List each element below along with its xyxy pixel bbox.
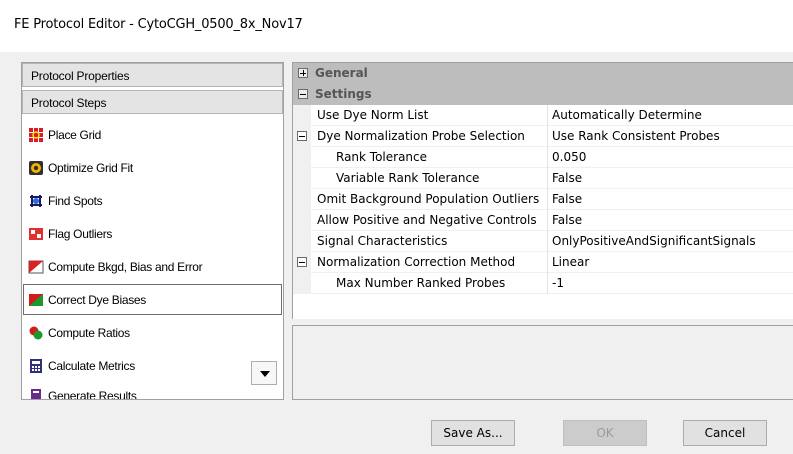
property-name: Allow Positive and Negative Controls <box>317 213 537 227</box>
column-divider <box>547 168 548 189</box>
step-find-spots[interactable]: Find Spots <box>22 184 283 217</box>
window-title: FE Protocol Editor - CytoCGH_0500_8x_Nov… <box>14 17 303 32</box>
category-general[interactable]: General <box>293 63 793 84</box>
step-label: Find Spots <box>48 194 103 208</box>
property-name: Dye Normalization Probe Selection <box>317 129 525 143</box>
generate-results-icon <box>28 388 44 399</box>
step-label: Optimize Grid Fit <box>48 161 133 175</box>
property-name: Variable Rank Tolerance <box>336 171 480 185</box>
scroll-down-button[interactable] <box>251 361 277 385</box>
column-divider <box>547 126 548 147</box>
property-value[interactable]: Automatically Determine <box>552 108 702 122</box>
property-value[interactable]: False <box>552 192 582 206</box>
column-divider <box>547 147 548 168</box>
row-gutter <box>293 189 311 210</box>
category-settings[interactable]: Settings <box>293 84 793 105</box>
row-gutter <box>293 231 311 252</box>
chevron-down-icon <box>260 371 270 377</box>
column-divider <box>547 210 548 231</box>
collapse-minus-icon[interactable] <box>297 257 307 267</box>
column-divider <box>547 231 548 252</box>
property-name: Max Number Ranked Probes <box>336 276 506 290</box>
step-compute-bkgd-bias-error[interactable]: Compute Bkgd, Bias and Error <box>22 250 283 283</box>
protocol-properties-header[interactable]: Protocol Properties <box>22 63 283 87</box>
category-label: Settings <box>315 87 372 101</box>
step-correct-dye-biases[interactable]: Correct Dye Biases <box>22 283 283 316</box>
step-label: Correct Dye Biases <box>48 293 146 307</box>
property-row[interactable]: Omit Background Population Outliers Fals… <box>293 189 793 210</box>
column-divider <box>547 273 548 294</box>
protocol-steps-header[interactable]: Protocol Steps <box>22 90 283 114</box>
flag-outliers-icon <box>28 226 44 242</box>
property-row[interactable]: Signal Characteristics OnlyPositiveAndSi… <box>293 231 793 252</box>
step-place-grid[interactable]: Place Grid <box>22 118 283 151</box>
property-value[interactable]: False <box>552 213 582 227</box>
property-row[interactable]: Variable Rank Tolerance False <box>293 168 793 189</box>
property-value[interactable]: OnlyPositiveAndSignificantSignals <box>552 234 756 248</box>
step-flag-outliers[interactable]: Flag Outliers <box>22 217 283 250</box>
property-description-panel <box>292 325 793 400</box>
step-label: Compute Ratios <box>48 326 130 340</box>
step-label: Flag Outliers <box>48 227 113 241</box>
save-as-button[interactable]: Save As... <box>431 420 515 446</box>
step-calculate-metrics[interactable]: Calculate Metrics <box>22 349 283 382</box>
row-gutter <box>293 168 311 189</box>
category-label: General <box>315 66 368 80</box>
find-spots-icon <box>28 193 44 209</box>
step-label: Calculate Metrics <box>48 359 135 373</box>
row-gutter <box>293 147 311 168</box>
title-bar: FE Protocol Editor - CytoCGH_0500_8x_Nov… <box>0 0 793 52</box>
property-name: Use Dye Norm List <box>317 108 429 122</box>
property-name: Rank Tolerance <box>336 150 428 164</box>
property-row[interactable]: Use Dye Norm List Automatically Determin… <box>293 105 793 126</box>
collapse-minus-icon[interactable] <box>298 89 308 99</box>
property-value[interactable]: 0.050 <box>552 150 586 164</box>
property-name: Signal Characteristics <box>317 234 448 248</box>
property-grid: General Settings Use Dye Norm List Autom… <box>292 62 793 319</box>
protocol-steps-panel: Protocol Properties Protocol Steps Place… <box>21 62 284 400</box>
row-gutter <box>293 210 311 231</box>
property-row[interactable]: Rank Tolerance 0.050 <box>293 147 793 168</box>
property-name: Normalization Correction Method <box>317 255 516 269</box>
compute-bkgd-icon <box>28 259 44 275</box>
property-value[interactable]: Use Rank Consistent Probes <box>552 129 720 143</box>
collapse-minus-icon[interactable] <box>297 131 307 141</box>
step-optimize-grid-fit[interactable]: Optimize Grid Fit <box>22 151 283 184</box>
correct-dye-icon <box>28 292 44 308</box>
ok-button[interactable]: OK <box>563 420 647 446</box>
column-divider <box>547 252 548 273</box>
property-row[interactable]: Normalization Correction Method Linear <box>293 252 793 273</box>
row-gutter <box>293 105 311 126</box>
step-generate-results[interactable]: Generate Results <box>22 382 283 400</box>
property-value[interactable]: -1 <box>552 276 564 290</box>
place-grid-icon <box>28 127 44 143</box>
property-row[interactable]: Dye Normalization Probe Selection Use Ra… <box>293 126 793 147</box>
calculate-metrics-icon <box>28 358 44 374</box>
column-divider <box>547 105 548 126</box>
property-name: Omit Background Population Outliers <box>317 192 540 206</box>
step-compute-ratios[interactable]: Compute Ratios <box>22 316 283 349</box>
step-label: Compute Bkgd, Bias and Error <box>48 260 203 274</box>
optimize-grid-icon <box>28 160 44 176</box>
property-row[interactable]: Allow Positive and Negative Controls Fal… <box>293 210 793 231</box>
compute-ratios-icon <box>28 325 44 341</box>
property-row[interactable]: Max Number Ranked Probes -1 <box>293 273 793 294</box>
property-value[interactable]: False <box>552 171 582 185</box>
property-value[interactable]: Linear <box>552 255 589 269</box>
expand-plus-icon[interactable] <box>298 68 308 78</box>
row-gutter <box>293 273 311 294</box>
column-divider <box>547 189 548 210</box>
step-label: Place Grid <box>48 128 102 142</box>
cancel-button[interactable]: Cancel <box>683 420 767 446</box>
step-label: Generate Results <box>48 389 137 400</box>
